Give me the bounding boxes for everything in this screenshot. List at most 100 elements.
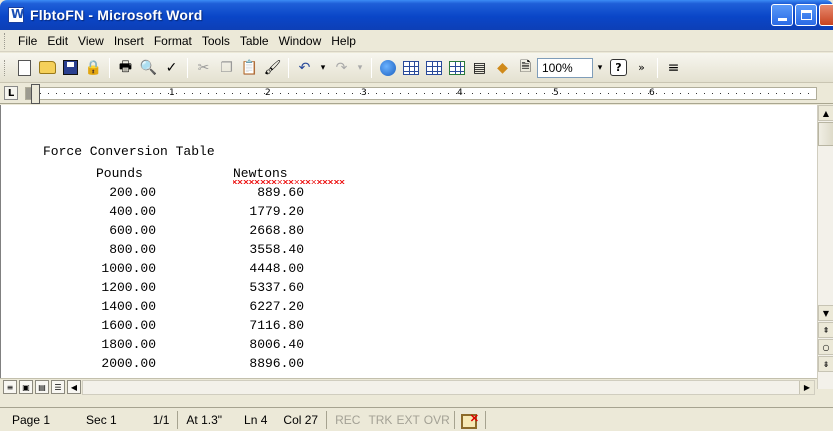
tables-borders-button[interactable] <box>399 57 422 79</box>
web-layout-button[interactable]: ▣ <box>19 380 33 394</box>
scroll-thumb[interactable] <box>818 122 833 146</box>
status-section: Sec 1 <box>86 412 117 427</box>
status-rec[interactable]: REC <box>329 413 366 427</box>
menu-window[interactable]: Window <box>274 34 327 48</box>
insert-table-button[interactable] <box>422 57 445 79</box>
undo-dropdown[interactable]: ▾ <box>316 58 330 78</box>
scroll-up-button[interactable]: ▲ <box>818 105 833 121</box>
spelling-button[interactable]: ✓ <box>160 57 183 79</box>
pounds-value: 1800.00 <box>101 337 156 352</box>
spelling-status-icon[interactable] <box>457 412 483 429</box>
ruler-number-2: 2 <box>265 88 271 98</box>
menu-format[interactable]: Format <box>149 34 197 48</box>
select-browse-object-button[interactable]: ○ <box>818 339 833 355</box>
print-icon: 🖶 <box>118 58 133 75</box>
toolbar-options-button[interactable]: » <box>630 57 653 79</box>
maximize-icon <box>800 10 812 20</box>
scroll-down-button[interactable]: ▼ <box>818 305 833 321</box>
outline-view-button[interactable]: ☰ <box>51 380 65 394</box>
table-row: 1600.00 7116.80 <box>1 318 401 335</box>
document-heading: Force Conversion Table <box>43 144 215 159</box>
vertical-scrollbar[interactable]: ▲ ▼ ⇞ ○ ⇟ <box>817 105 833 389</box>
scroll-right-button[interactable]: ▶ <box>799 381 814 394</box>
toolbar-grip[interactable] <box>4 59 7 76</box>
columns-button[interactable]: ▤ <box>468 57 491 79</box>
minimize-button[interactable] <box>771 4 793 26</box>
arrow-right-icon: ▶ <box>803 383 811 392</box>
menu-view[interactable]: View <box>73 34 109 48</box>
outline-view-icon: ☰ <box>54 382 62 392</box>
insert-excel-icon <box>448 60 465 75</box>
menu-tools[interactable]: Tools <box>197 34 235 48</box>
header-pounds: Pounds <box>96 166 143 181</box>
open-button[interactable] <box>36 57 59 79</box>
next-page-button[interactable]: ⇟ <box>818 356 833 372</box>
copy-icon: ❐ <box>220 59 233 76</box>
status-at: At 1.3" <box>186 412 223 427</box>
insert-excel-button[interactable] <box>445 57 468 79</box>
status-trk[interactable]: TRK <box>366 413 394 427</box>
new-button[interactable] <box>13 57 36 79</box>
permission-button[interactable]: 🔒 <box>82 57 105 79</box>
tab-selector[interactable]: L <box>4 86 18 100</box>
newtons-value: 8006.40 <box>249 337 304 352</box>
horizontal-ruler[interactable]: 1 2 3 4 5 6 <box>25 87 817 100</box>
maximize-button[interactable] <box>795 4 817 26</box>
arrow-left-icon: ◀ <box>70 382 78 392</box>
redo-dropdown[interactable]: ▾ <box>353 58 367 78</box>
zoom-dropdown[interactable]: ▾ <box>593 58 607 78</box>
format-painter-icon: 🖌 <box>263 59 282 76</box>
horizontal-scrollbar[interactable]: ▶ <box>82 380 815 395</box>
word-app-icon[interactable] <box>8 7 24 23</box>
paste-icon: 📋 <box>240 59 259 76</box>
document-area[interactable]: Force Conversion Table Pounds Newtons 20… <box>0 105 817 378</box>
document-map-button[interactable]: 🗎 <box>514 57 537 79</box>
help-button[interactable]: ? <box>607 57 630 79</box>
drawing-button[interactable]: ◆ <box>491 57 514 79</box>
normal-view-button[interactable]: ≡ <box>3 380 17 394</box>
status-ext[interactable]: EXT <box>394 413 421 427</box>
chevron-more-icon: » <box>638 61 645 74</box>
menu-edit[interactable]: Edit <box>42 34 73 48</box>
redo-button[interactable]: ↷ <box>330 57 353 79</box>
cut-button[interactable]: ✂ <box>192 57 215 79</box>
status-bar: Page 1 Sec 1 1/1 At 1.3" Ln 4 Col 27 REC… <box>0 407 833 431</box>
print-button[interactable]: 🖶 <box>114 57 137 79</box>
ruler-number-3: 3 <box>361 88 367 98</box>
newtons-value: 6227.20 <box>249 299 304 314</box>
menu-bar: File Edit View Insert Format Tools Table… <box>0 30 833 52</box>
menu-table[interactable]: Table <box>235 34 274 48</box>
paste-button[interactable]: 📋 <box>238 57 261 79</box>
new-icon <box>18 59 31 76</box>
window-title: FlbtoFN - Microsoft Word <box>30 7 203 23</box>
previous-page-button[interactable]: ⇞ <box>818 322 833 338</box>
menu-help[interactable]: Help <box>326 34 361 48</box>
toolbar-separator <box>371 57 372 78</box>
pounds-value: 1200.00 <box>101 280 156 295</box>
menu-file[interactable]: File <box>13 34 42 48</box>
table-row: 800.00 3558.40 <box>1 242 401 259</box>
toolbar-separator <box>288 57 289 78</box>
zoom-select[interactable]: 100% <box>537 57 593 78</box>
scroll-left-button[interactable]: ◀ <box>67 380 81 394</box>
align-button[interactable]: ≡ <box>662 57 685 79</box>
spelling-icon: ✓ <box>165 59 178 76</box>
menu-grip[interactable] <box>4 32 7 49</box>
menu-insert[interactable]: Insert <box>109 34 149 48</box>
format-painter-button[interactable]: 🖌 <box>261 57 284 79</box>
hyperlink-button[interactable] <box>376 57 399 79</box>
table-row: 600.00 2668.80 <box>1 223 401 240</box>
newtons-value: 8896.00 <box>249 356 304 371</box>
status-divider <box>177 410 179 429</box>
status-ovr[interactable]: OVR <box>422 413 452 427</box>
ruler-row: L 1 2 3 4 5 6 <box>0 84 833 104</box>
undo-button[interactable]: ↶ <box>293 57 316 79</box>
close-button[interactable] <box>819 4 833 26</box>
indent-marker[interactable] <box>31 84 40 104</box>
status-line: Ln 4 <box>244 412 268 427</box>
copy-button[interactable]: ❐ <box>215 57 238 79</box>
print-layout-button[interactable]: ▤ <box>35 380 49 394</box>
cut-icon: ✂ <box>197 59 210 76</box>
print-preview-button[interactable]: 🔍 <box>137 57 160 79</box>
save-button[interactable] <box>59 57 82 79</box>
